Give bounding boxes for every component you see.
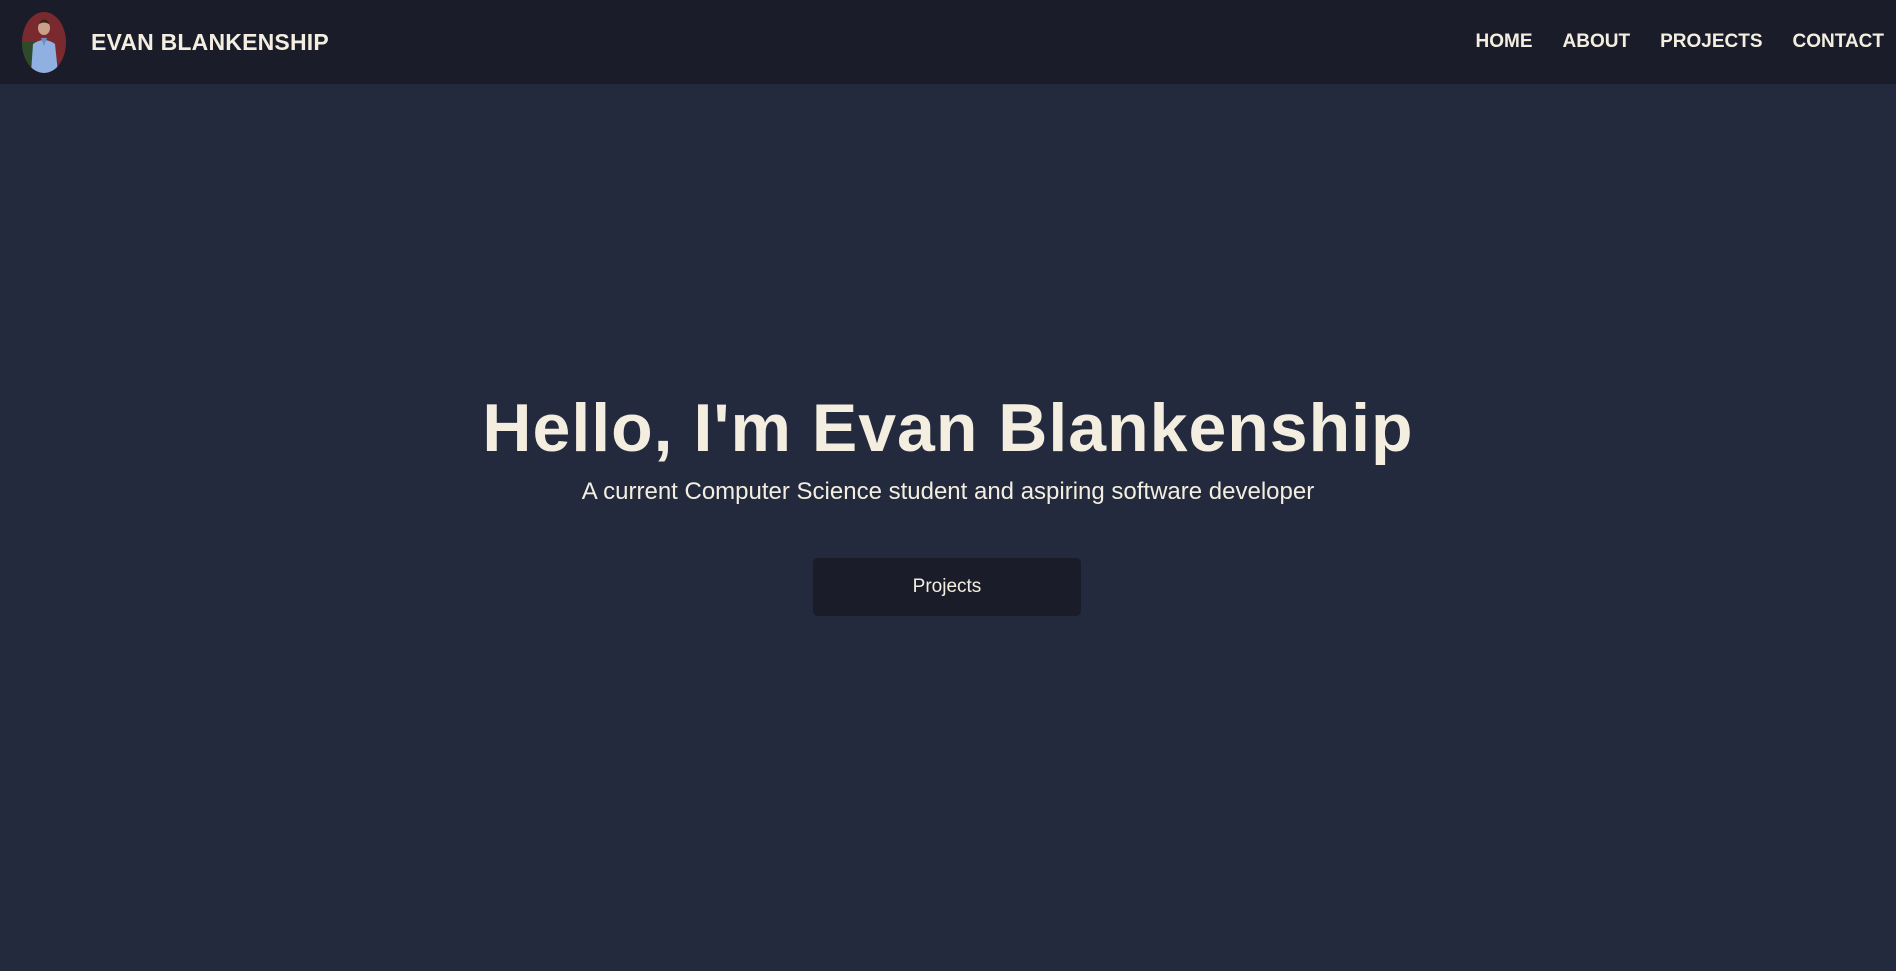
nav-links: HOME ABOUT PROJECTS CONTACT bbox=[1446, 0, 1884, 84]
avatar[interactable] bbox=[22, 11, 66, 73]
nav-link-about[interactable]: ABOUT bbox=[1563, 31, 1631, 53]
nav-link-projects[interactable]: PROJECTS bbox=[1660, 31, 1762, 53]
navbar: EVAN BLANKENSHIP HOME ABOUT PROJECTS CON… bbox=[0, 0, 1896, 84]
hero-subtitle: A current Computer Science student and a… bbox=[581, 478, 1315, 505]
nav-link-contact[interactable]: CONTACT bbox=[1793, 31, 1884, 53]
brand[interactable]: EVAN BLANKENSHIP bbox=[22, 11, 329, 73]
nav-link-home[interactable]: HOME bbox=[1476, 31, 1533, 53]
avatar-photo bbox=[22, 11, 66, 73]
hero-section: Hello, I'm Evan Blankenship A current Co… bbox=[0, 84, 1896, 971]
projects-button[interactable]: Projects bbox=[813, 558, 1081, 616]
hero-title: Hello, I'm Evan Blankenship bbox=[482, 390, 1414, 466]
brand-name[interactable]: EVAN BLANKENSHIP bbox=[91, 29, 329, 56]
